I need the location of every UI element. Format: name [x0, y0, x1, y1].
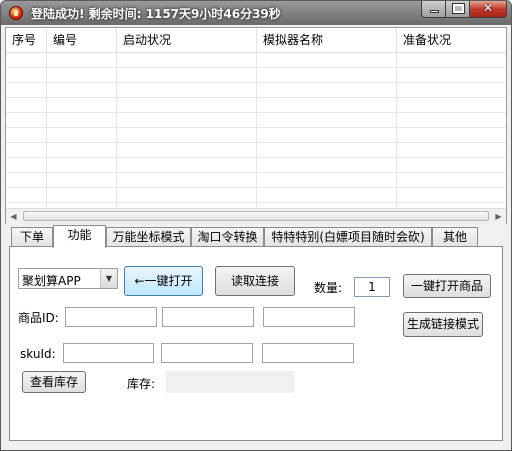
- minimize-icon[interactable]: [421, 1, 446, 18]
- horizontal-scrollbar[interactable]: ◀ ▶: [6, 208, 506, 224]
- tab-order[interactable]: 下单: [11, 227, 53, 247]
- check-stock-button[interactable]: 查看库存: [22, 371, 86, 393]
- functions-panel: 聚划算APP ▼ ←一键打开 读取连接 数量: 1 一键打开商品 商品ID: 生…: [9, 246, 503, 441]
- tab-functions[interactable]: 功能: [53, 225, 106, 248]
- chevron-down-icon[interactable]: ▼: [100, 269, 117, 288]
- goods-id-label: 商品ID:: [18, 311, 59, 325]
- read-connection-button[interactable]: 读取连接: [215, 266, 295, 296]
- grid-divider: [256, 53, 257, 209]
- tab-taokouling-convert[interactable]: 淘口令转换: [191, 227, 264, 247]
- app-select-value: 聚划算APP: [22, 274, 81, 288]
- sku-id-field-1[interactable]: [63, 343, 154, 363]
- column-header-id[interactable]: 编号: [47, 28, 117, 52]
- goods-id-field-3[interactable]: [263, 307, 355, 327]
- grid-divider: [46, 53, 47, 209]
- grid-divider: [116, 53, 117, 209]
- open-goods-button[interactable]: 一键打开商品: [403, 274, 491, 298]
- tab-special[interactable]: 特特特别(白嫖项目随时会砍): [264, 227, 432, 247]
- quantity-label: 数量:: [314, 281, 343, 295]
- table-header: 序号 编号 启动状况 模拟器名称 准备状况: [6, 28, 506, 53]
- title-bar[interactable]: 登陆成功! 剩余时间: 1157天9小时46分39秒: [1, 1, 511, 25]
- client-area: 序号 编号 启动状况 模拟器名称 准备状况 ◀ ▶ 下单 功能 万能坐标模式 淘…: [5, 25, 507, 447]
- window-title: 登陆成功! 剩余时间: 1157天9小时46分39秒: [31, 7, 281, 21]
- sku-id-label: skuId:: [20, 347, 56, 361]
- tab-universal-coordinate-mode[interactable]: 万能坐标模式: [106, 227, 191, 247]
- column-header-start-status[interactable]: 启动状况: [117, 28, 257, 52]
- chevron-left-icon[interactable]: ◀: [6, 209, 21, 224]
- emulator-table[interactable]: 序号 编号 启动状况 模拟器名称 准备状况 ◀ ▶: [5, 27, 507, 224]
- column-header-index[interactable]: 序号: [6, 28, 47, 52]
- maximize-icon[interactable]: [445, 1, 470, 18]
- goods-id-field-1[interactable]: [65, 307, 157, 327]
- main-window: 登陆成功! 剩余时间: 1157天9小时46分39秒 序号 编号 启动状况 模拟…: [0, 0, 512, 451]
- grid-divider: [396, 53, 397, 209]
- quantity-input[interactable]: 1: [354, 277, 390, 297]
- one-click-open-button[interactable]: ←一键打开: [124, 266, 203, 296]
- tab-other[interactable]: 其他: [432, 227, 478, 247]
- app-select[interactable]: 聚划算APP ▼: [18, 268, 118, 289]
- stock-label: 库存:: [127, 377, 156, 391]
- column-header-emulator-name[interactable]: 模拟器名称: [257, 28, 397, 52]
- goods-id-field-2[interactable]: [162, 307, 254, 327]
- column-header-ready-status[interactable]: 准备状况: [397, 28, 506, 52]
- close-icon[interactable]: [469, 1, 507, 18]
- sku-id-field-3[interactable]: [262, 343, 354, 363]
- app-icon[interactable]: [9, 6, 23, 20]
- generate-link-mode-button[interactable]: 生成链接模式: [403, 312, 483, 337]
- scrollbar-thumb[interactable]: [23, 211, 489, 221]
- stock-value: [166, 371, 294, 393]
- table-body[interactable]: [6, 53, 506, 209]
- sku-id-field-2[interactable]: [161, 343, 253, 363]
- chevron-right-icon[interactable]: ▶: [491, 209, 506, 224]
